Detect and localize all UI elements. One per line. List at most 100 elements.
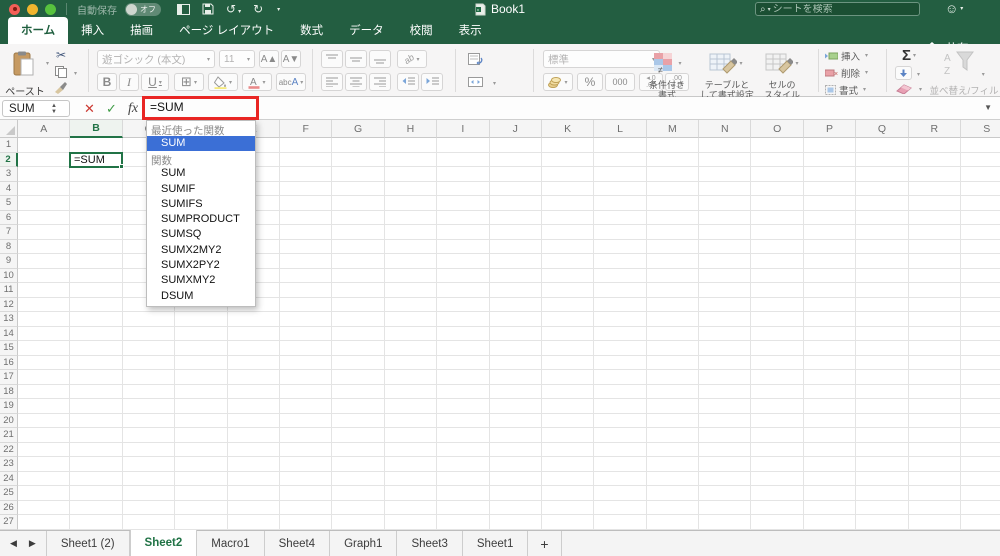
cell-I14[interactable] [437, 326, 490, 341]
shrink-font-button[interactable]: A▼ [281, 50, 301, 68]
cell-L5[interactable] [594, 196, 647, 211]
currency-button[interactable]: ▾ [543, 73, 573, 91]
cell-S10[interactable] [961, 269, 1000, 283]
cell-N19[interactable] [699, 399, 752, 414]
cell-N10[interactable] [699, 268, 752, 283]
cell-S27[interactable] [961, 515, 1000, 530]
cell-O17[interactable] [751, 370, 804, 385]
cell-I20[interactable] [437, 413, 490, 428]
cell-P10[interactable] [803, 268, 857, 283]
cell-N13[interactable] [699, 312, 752, 327]
row-header-23[interactable]: 23 [0, 457, 18, 472]
cell-Q16[interactable] [856, 355, 909, 370]
cell-S2[interactable] [961, 153, 1000, 167]
cell-K19[interactable] [541, 399, 595, 414]
cell-Q4[interactable] [856, 181, 909, 196]
cell-B8[interactable] [70, 239, 123, 254]
format-cells-button[interactable]: 書式 ▾ [824, 82, 880, 97]
cell-P8[interactable] [803, 239, 857, 254]
cell-N5[interactable] [699, 196, 752, 211]
cell-I9[interactable] [437, 254, 490, 269]
cell-Q12[interactable] [856, 297, 909, 312]
cell-B3[interactable] [70, 167, 123, 182]
cell-I4[interactable] [437, 181, 490, 196]
cell-Q18[interactable] [856, 384, 909, 399]
cell-C27[interactable] [122, 515, 176, 530]
cell-R26[interactable] [908, 500, 962, 515]
cell-O23[interactable] [751, 457, 804, 472]
tab-校閲[interactable]: 校閲 [397, 17, 446, 44]
cell-N2[interactable] [699, 152, 752, 167]
cell-S26[interactable] [961, 501, 1000, 515]
row-header-27[interactable]: 27 [0, 515, 18, 530]
cell-I25[interactable] [437, 486, 490, 501]
row-header-4[interactable]: 4 [0, 181, 18, 196]
cell-H20[interactable] [384, 413, 438, 428]
cell-O22[interactable] [751, 442, 804, 457]
cell-L19[interactable] [594, 399, 647, 414]
orientation-button[interactable]: ab ▾ [397, 50, 427, 68]
cell-R27[interactable] [908, 515, 962, 530]
align-middle-button[interactable] [345, 50, 367, 68]
cell-A18[interactable] [18, 384, 71, 399]
cell-S14[interactable] [961, 327, 1000, 341]
cell-N1[interactable] [699, 138, 752, 153]
cell-K27[interactable] [541, 515, 595, 530]
merge-caret-icon[interactable]: ▾ [493, 80, 496, 87]
cell-S1[interactable] [961, 138, 1000, 153]
cell-O20[interactable] [751, 413, 804, 428]
cell-H10[interactable] [384, 268, 438, 283]
cell-I15[interactable] [437, 341, 490, 356]
cell-H8[interactable] [384, 239, 438, 254]
cell-M27[interactable] [646, 515, 700, 530]
cell-B15[interactable] [70, 341, 123, 356]
next-sheet-icon[interactable]: ▶ [29, 538, 36, 549]
cell-P7[interactable] [803, 225, 857, 240]
cell-Q7[interactable] [856, 225, 909, 240]
cell-C14[interactable] [122, 326, 176, 341]
cell-L4[interactable] [594, 181, 647, 196]
cell-R25[interactable] [908, 486, 962, 501]
cell-F22[interactable] [279, 442, 333, 457]
cell-I2[interactable] [437, 152, 490, 167]
tab-描画[interactable]: 描画 [117, 17, 166, 44]
cell-A10[interactable] [18, 268, 71, 283]
cell-N25[interactable] [699, 486, 752, 501]
align-right-button[interactable] [369, 73, 391, 91]
cell-N6[interactable] [699, 210, 752, 225]
cell-D22[interactable] [175, 442, 228, 457]
cell-F3[interactable] [279, 167, 333, 182]
cell-H16[interactable] [384, 355, 438, 370]
cell-M5[interactable] [646, 196, 700, 211]
cell-R21[interactable] [908, 428, 962, 443]
sheet-tab-Sheet3[interactable]: Sheet3 [397, 531, 463, 556]
cell-N26[interactable] [699, 500, 752, 515]
cell-S15[interactable] [961, 341, 1000, 356]
cell-Q19[interactable] [856, 399, 909, 414]
cell-M4[interactable] [646, 181, 700, 196]
number-format-select[interactable]: 標準 ▾ [543, 50, 660, 68]
cell-J16[interactable] [489, 355, 542, 370]
cell-H13[interactable] [384, 312, 438, 327]
cell-M21[interactable] [646, 428, 700, 443]
cell-H12[interactable] [384, 297, 438, 312]
cell-A19[interactable] [18, 399, 71, 414]
cell-P13[interactable] [803, 312, 857, 327]
cell-N12[interactable] [699, 297, 752, 312]
increase-indent-button[interactable] [421, 73, 443, 91]
cell-S4[interactable] [961, 182, 1000, 196]
cell-L3[interactable] [594, 167, 647, 182]
cell-H17[interactable] [384, 370, 438, 385]
cell-J8[interactable] [489, 239, 542, 254]
select-all-corner[interactable] [0, 120, 18, 138]
cell-C15[interactable] [122, 341, 176, 356]
dropdown-item-SUMIF[interactable]: SUMIF [147, 182, 255, 197]
cell-A5[interactable] [18, 196, 71, 211]
cell-A27[interactable] [18, 515, 71, 530]
cell-B27[interactable] [70, 515, 123, 530]
cell-E26[interactable] [227, 500, 280, 515]
cell-G17[interactable] [332, 370, 385, 385]
tab-表示[interactable]: 表示 [446, 17, 495, 44]
cell-B12[interactable] [70, 297, 123, 312]
cell-O25[interactable] [751, 486, 804, 501]
